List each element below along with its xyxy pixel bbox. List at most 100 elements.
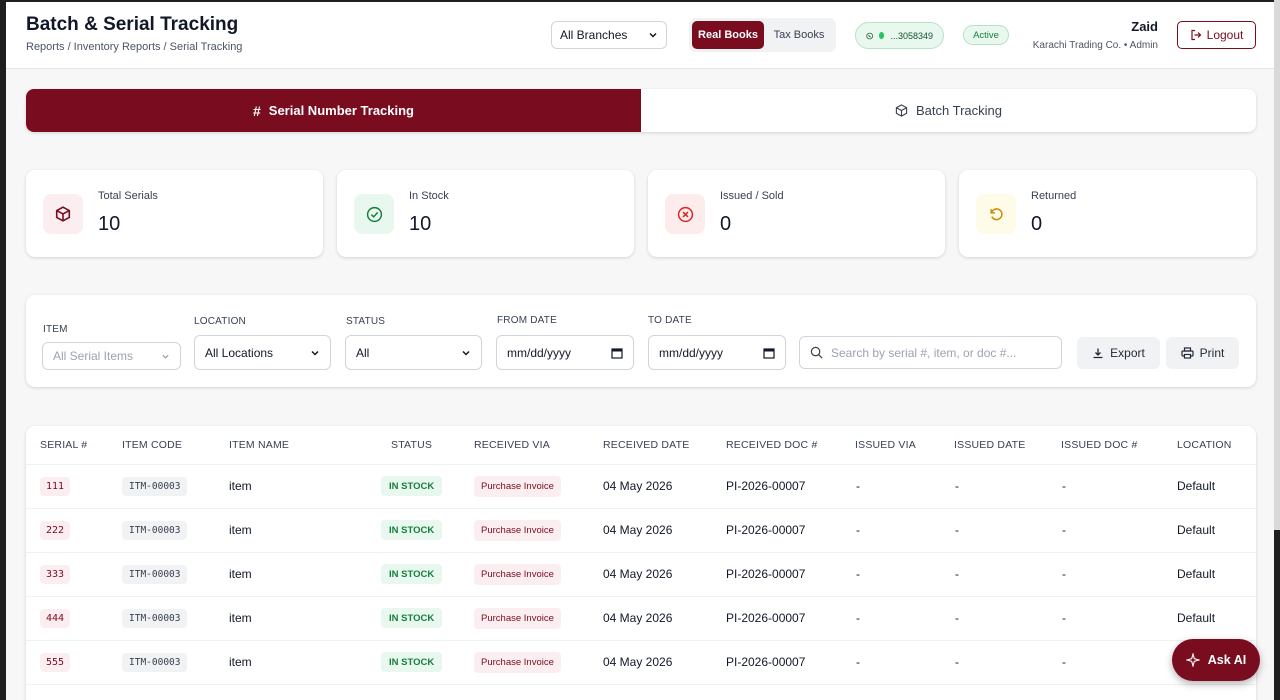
issued-doc: - — [1062, 479, 1066, 493]
scrollbar[interactable] — [1274, 0, 1280, 530]
issued-via: - — [856, 523, 860, 537]
table-row[interactable]: 222 ITM-00003 item IN STOCK Purchase Inv… — [26, 508, 1256, 552]
whatsapp-number: ...3058349 — [890, 30, 933, 41]
issued-date: - — [955, 611, 959, 625]
from-date-label: FROM DATE — [497, 315, 557, 326]
issued-via: - — [856, 567, 860, 581]
received-date: 04 May 2026 — [603, 479, 673, 493]
stat-icon-wrap — [43, 194, 83, 234]
serial-number: 333 — [40, 565, 71, 584]
serial-number: 555 — [40, 653, 71, 672]
stat-icon-wrap — [976, 194, 1016, 234]
export-button[interactable]: Export — [1077, 337, 1160, 369]
whatsapp-icon — [866, 32, 873, 39]
stat-card-returned: Returned 0 — [959, 170, 1256, 257]
received-doc: PI-2026-00007 — [726, 655, 806, 669]
received-date: 04 May 2026 — [603, 567, 673, 581]
received-date: 04 May 2026 — [603, 611, 673, 625]
table-row[interactable]: 555 ITM-00003 item IN STOCK Purchase Inv… — [26, 640, 1256, 684]
column-header: ISSUED DOC # — [1061, 439, 1138, 451]
item-code: ITM-00003 — [122, 565, 188, 584]
printer-icon — [1181, 347, 1194, 359]
status-badge: IN STOCK — [381, 520, 443, 540]
issued-date: - — [955, 523, 959, 537]
print-label: Print — [1199, 346, 1225, 360]
search-input[interactable]: Search by serial #, item, or doc #... — [799, 336, 1062, 369]
column-header: RECEIVED DOC # — [726, 439, 818, 451]
column-header: LOCATION — [1177, 439, 1232, 451]
calendar-icon — [611, 347, 623, 359]
item-code: ITM-00003 — [122, 521, 188, 540]
column-header: RECEIVED VIA — [474, 439, 550, 451]
table-row[interactable]: 333 ITM-00003 item IN STOCK Purchase Inv… — [26, 552, 1256, 596]
table-row[interactable] — [26, 684, 1256, 700]
table-row[interactable]: 444 ITM-00003 item IN STOCK Purchase Inv… — [26, 596, 1256, 640]
location: Default — [1177, 479, 1216, 493]
stat-icon-wrap — [665, 194, 705, 234]
branch-select[interactable]: All Branches — [551, 21, 667, 49]
search-placeholder: Search by serial #, item, or doc #... — [831, 345, 1017, 360]
issued-date: - — [955, 655, 959, 669]
tracking-tabs: # Serial Number Tracking Batch Tracking — [26, 89, 1256, 132]
location-filter-label: LOCATION — [194, 316, 246, 327]
logout-icon — [1191, 29, 1201, 41]
item-code: ITM-00003 — [122, 609, 188, 628]
x-circle-icon — [677, 206, 693, 222]
user-name: Zaid — [1131, 19, 1158, 34]
package-icon — [55, 206, 71, 222]
item-code: ITM-00003 — [122, 653, 188, 672]
received-doc: PI-2026-00007 — [726, 611, 806, 625]
search-icon — [810, 346, 823, 359]
status-filter-value: All — [356, 345, 370, 360]
column-header: SERIAL # — [40, 439, 88, 451]
stat-label: Returned — [1031, 190, 1077, 202]
location: Default — [1177, 611, 1216, 625]
logout-button[interactable]: Logout — [1177, 21, 1256, 49]
top-header: Batch & Serial Tracking Reports / Invent… — [6, 2, 1274, 69]
stat-value: 0 — [720, 213, 732, 235]
issued-doc: - — [1062, 655, 1066, 669]
status-badge: IN STOCK — [381, 652, 443, 672]
location-filter-select[interactable]: All Locations — [194, 335, 331, 370]
logout-label: Logout — [1206, 28, 1244, 42]
stat-value: 0 — [1031, 213, 1043, 235]
item-filter-placeholder: All Serial Items — [53, 349, 134, 363]
books-toggle: Real Books Tax Books — [689, 18, 836, 52]
item-name: item — [229, 479, 252, 493]
issued-date: - — [955, 479, 959, 493]
stat-label: Total Serials — [98, 190, 158, 202]
table-row[interactable]: 111 ITM-00003 item IN STOCK Purchase Inv… — [26, 464, 1256, 508]
stat-label: In Stock — [409, 190, 449, 202]
print-button[interactable]: Print — [1166, 337, 1239, 369]
whatsapp-badge[interactable]: ...3058349 — [855, 22, 944, 49]
column-header: ISSUED VIA — [855, 439, 916, 451]
stat-value: 10 — [409, 213, 432, 235]
real-books-button[interactable]: Real Books — [692, 21, 764, 49]
tab-batch-tracking[interactable]: Batch Tracking — [641, 89, 1256, 132]
to-date-input[interactable]: mm/dd/yyyy — [648, 335, 786, 370]
serial-number: 222 — [40, 521, 71, 540]
stat-icon-wrap — [354, 194, 394, 234]
breadcrumb: Reports / Inventory Reports / Serial Tra… — [26, 41, 243, 53]
filter-panel: ITEM All Serial Items LOCATION All Locat… — [26, 295, 1256, 387]
tab-serial-number-tracking[interactable]: # Serial Number Tracking — [26, 89, 641, 132]
received-doc: PI-2026-00007 — [726, 567, 806, 581]
ask-ai-button[interactable]: Ask AI — [1172, 639, 1260, 681]
sparkle-icon — [1185, 653, 1200, 667]
issued-via: - — [856, 655, 860, 669]
calendar-icon — [763, 347, 775, 359]
serial-number: 444 — [40, 609, 71, 628]
received-via-badge: Purchase Invoice — [474, 652, 561, 673]
box-icon — [895, 104, 908, 117]
tax-books-button[interactable]: Tax Books — [766, 21, 832, 49]
received-via-badge: Purchase Invoice — [474, 564, 561, 585]
issued-via: - — [856, 611, 860, 625]
received-via-badge: Purchase Invoice — [474, 476, 561, 497]
item-name: item — [229, 655, 252, 669]
chevron-down-icon — [462, 350, 470, 356]
from-date-input[interactable]: mm/dd/yyyy — [496, 335, 634, 370]
item-filter-select[interactable]: All Serial Items — [42, 342, 181, 370]
status-filter-select[interactable]: All — [345, 335, 482, 370]
chevron-down-icon — [649, 32, 657, 38]
received-via-badge: Purchase Invoice — [474, 608, 561, 629]
